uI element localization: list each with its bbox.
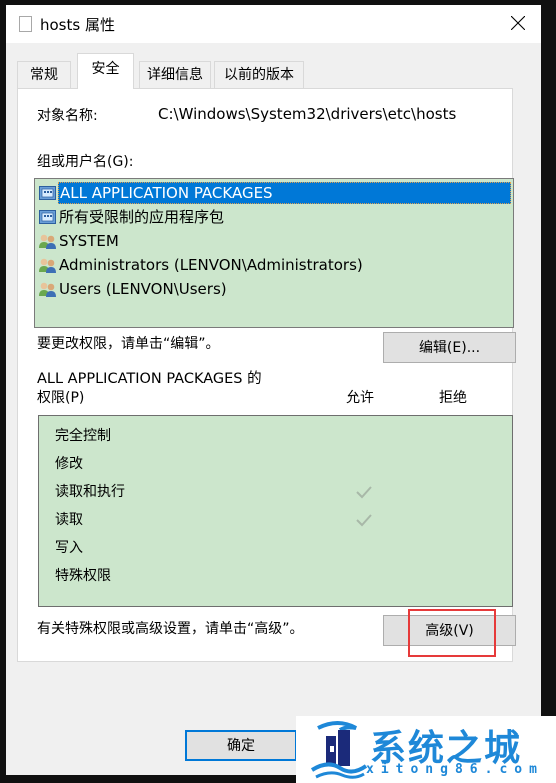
window-title: hosts 属性 [40,16,115,34]
permission-row: 读取和执行 [55,480,505,504]
object-name-label: 对象名称: [37,108,98,124]
tab-security[interactable]: 安全 [77,53,134,89]
allow-check-icon [356,486,372,499]
list-item-label: 所有受限制的应用程序包 [59,208,225,226]
permission-name: 读取 [55,512,83,528]
permission-row: 特殊权限 [55,564,505,588]
title-bar: hosts 属性 [6,5,541,43]
permission-name: 特殊权限 [55,568,111,584]
allow-column-header: 允许 [346,390,374,406]
permission-row: 读取 [55,508,505,532]
tab-previous-versions[interactable]: 以前的版本 [214,61,304,88]
tab-label: 以前的版本 [224,67,294,83]
advanced-button[interactable]: 高级(V) [383,615,516,646]
object-name-value: C:\Windows\System32\drivers\etc\hosts [158,105,457,123]
permission-row: 写入 [55,536,505,560]
permission-row: 完全控制 [55,424,505,448]
tab-label: 详细信息 [147,67,203,83]
edit-hint: 要更改权限，请单击“编辑”。 [37,336,220,352]
close-button[interactable] [503,9,533,37]
user-group-icon [39,234,56,249]
permissions-for-label: ALL APPLICATION PACKAGES 的 [37,371,262,387]
app-package-icon [39,186,56,200]
permission-name: 写入 [55,540,83,556]
list-item-label: Administrators (LENVON\Administrators) [59,256,363,274]
tab-label: 安全 [91,61,120,77]
groups-label: 组或用户名(G): [37,154,134,170]
watermark-logo: 系统之城 xitong86.com [296,716,556,783]
allow-check-icon [356,514,372,527]
deny-column-header: 拒绝 [439,390,467,406]
group-user-list[interactable]: ALL APPLICATION PACKAGES 所有受限制的应用程序包 SYS… [34,178,514,328]
user-group-icon [39,282,56,297]
file-icon [19,16,32,32]
user-group-icon [39,258,56,273]
list-item-label: SYSTEM [59,232,119,250]
list-item-label: ALL APPLICATION PACKAGES [58,182,511,204]
tab-label: 常规 [30,67,58,83]
permissions-list: 完全控制 修改 读取和执行 读取 写入 特殊权限 [38,415,513,607]
advanced-hint: 有关特殊权限或高级设置，请单击“高级”。 [37,621,304,637]
castle-logo-icon [310,721,368,779]
tab-general[interactable]: 常规 [17,61,71,88]
tab-details[interactable]: 详细信息 [139,61,211,88]
edit-button[interactable]: 编辑(E)... [383,332,516,363]
app-package-icon [39,210,56,224]
list-item-label: Users (LENVON\Users) [59,280,227,298]
permissions-label: 权限(P) [37,390,85,406]
ok-button[interactable]: 确定 [185,730,297,761]
permission-row: 修改 [55,452,505,476]
permission-name: 修改 [55,456,83,472]
watermark-url: xitong86.com [366,762,544,777]
permission-name: 读取和执行 [55,484,125,500]
close-icon [511,16,525,30]
permission-name: 完全控制 [55,428,111,444]
properties-dialog: hosts 属性 常规 安全 详细信息 以前的版本 对象名称: C:\Windo… [6,5,541,775]
